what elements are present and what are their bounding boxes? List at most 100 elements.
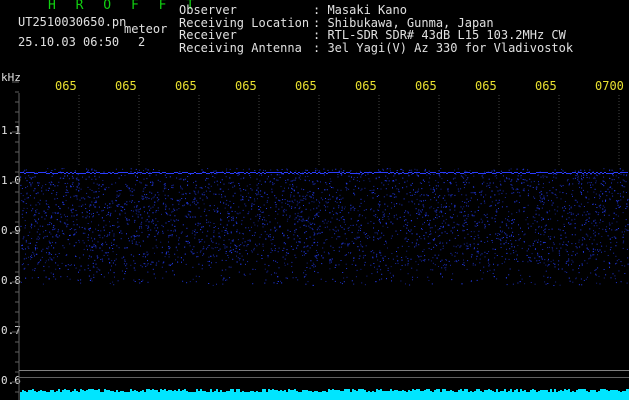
noise-floor-spike (448, 391, 450, 393)
noise-floor-spike (346, 389, 348, 393)
noise-floor-bar (20, 389, 629, 400)
noise-floor-spike (32, 389, 34, 393)
noise-floor-spike (284, 390, 286, 393)
noise-floor-spike (200, 389, 202, 393)
noise-floor-spike (162, 390, 164, 393)
noise-floor-spike (320, 392, 322, 393)
noise-floor-spike (224, 392, 226, 393)
noise-floor-spike (380, 389, 382, 393)
noise-floor-spike (446, 391, 448, 393)
noise-floor-spike (496, 389, 498, 393)
noise-floor-spike (504, 389, 506, 393)
noise-floor-spike (530, 390, 532, 393)
noise-floor-fill (20, 393, 629, 400)
noise-floor-spike (580, 389, 582, 393)
noise-floor-spike (360, 389, 362, 393)
noise-floor-spike (374, 392, 376, 393)
noise-floor-spike (20, 392, 22, 393)
noise-floor-spike (152, 389, 154, 393)
noise-floor-spike (486, 390, 488, 393)
noise-floor-spike (64, 389, 66, 393)
noise-floor-spike (322, 391, 324, 393)
noise-floor-spike (410, 391, 412, 393)
noise-floor-spike (592, 390, 594, 393)
noise-floor-spike (290, 390, 292, 393)
noise-floor-spike (524, 390, 526, 393)
spectrogram-noise-band (20, 168, 629, 286)
noise-floor-spike (356, 391, 358, 393)
noise-floor-spike (434, 390, 436, 393)
noise-floor-spike (300, 392, 302, 393)
noise-floor-spike (232, 389, 234, 393)
noise-floor-spike (88, 389, 90, 393)
noise-floor-spike (288, 389, 290, 393)
noise-floor-spike (450, 390, 452, 393)
noise-floor-spike (622, 391, 624, 393)
noise-floor-spike (26, 392, 28, 393)
noise-floor-spike (558, 391, 560, 393)
noise-floor-spike (600, 389, 602, 393)
noise-floor-spike (104, 389, 106, 393)
noise-floor-spike (482, 392, 484, 393)
noise-floor-spike (494, 392, 496, 393)
noise-floor-spike (178, 389, 180, 393)
noise-floor-spike (208, 392, 210, 393)
noise-floor-spike (386, 391, 388, 393)
noise-floor-spike (38, 391, 40, 393)
noise-floor-spike (564, 389, 566, 393)
noise-floor-spike (370, 392, 372, 393)
noise-floor-spike (174, 390, 176, 393)
noise-floor-spike (512, 392, 514, 393)
noise-floor-spike (472, 392, 474, 393)
noise-floor-spike (280, 390, 282, 393)
noise-floor-spike (378, 390, 380, 393)
noise-floor-spike (48, 392, 50, 393)
noise-floor-spike (554, 389, 556, 393)
noise-floor-spike (536, 392, 538, 393)
noise-floor-spike (518, 392, 520, 393)
noise-floor-spike (254, 392, 256, 393)
noise-floor-spike (612, 390, 614, 393)
noise-floor-spike (188, 392, 190, 393)
noise-floor-spike (508, 391, 510, 393)
noise-floor-spike (572, 391, 574, 393)
noise-floor-spike (414, 390, 416, 393)
noise-floor-spike (36, 392, 38, 393)
noise-floor-spike (68, 390, 70, 393)
noise-floor-spike (500, 391, 502, 393)
noise-floor-spike (522, 391, 524, 393)
noise-floor-spike (236, 389, 238, 393)
noise-floor-spike (586, 391, 588, 393)
noise-floor-spike (542, 390, 544, 393)
noise-floor-spike (574, 392, 576, 393)
noise-floor-spike (528, 392, 530, 393)
noise-floor-spike (466, 389, 468, 393)
noise-floor-spike (462, 391, 464, 393)
noise-floor-spike (240, 392, 242, 393)
noise-floor-spike (292, 390, 294, 393)
noise-floor-spike (398, 391, 400, 393)
noise-floor-spike (112, 391, 114, 393)
noise-floor-spike (480, 391, 482, 393)
noise-floor-spike (46, 392, 48, 393)
noise-floor-spike (568, 389, 570, 393)
noise-floor-spike (454, 392, 456, 393)
noise-floor-spike (140, 391, 142, 393)
noise-floor-spike (56, 391, 58, 393)
noise-floor-spike (560, 390, 562, 393)
noise-floor-spike (50, 390, 52, 393)
noise-floor-spike (176, 391, 178, 393)
noise-floor-spike (556, 392, 558, 393)
noise-floor-spike (624, 391, 626, 393)
noise-floor-spike (492, 391, 494, 393)
noise-floor-spike (428, 389, 430, 393)
noise-floor-spike (130, 389, 132, 393)
noise-floor-spike (108, 390, 110, 393)
noise-floor-spike (202, 391, 204, 393)
noise-floor-spike (458, 390, 460, 393)
noise-floor-spike (268, 389, 270, 393)
noise-floor-spike (166, 391, 168, 393)
noise-floor-spike (312, 392, 314, 393)
noise-floor-spike (452, 391, 454, 393)
noise-floor-spike (194, 392, 196, 393)
